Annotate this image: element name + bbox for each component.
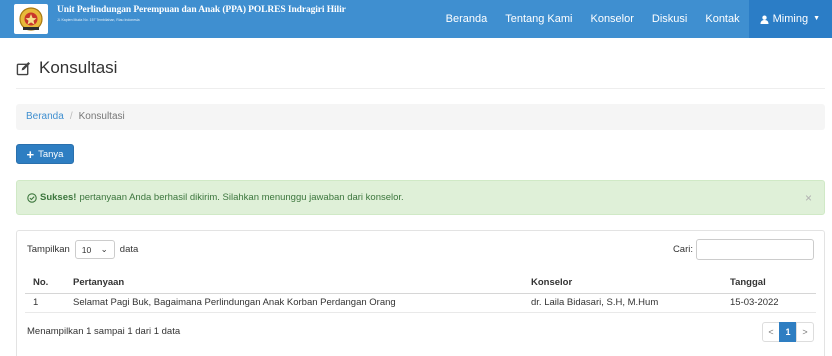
table-row[interactable]: 1 Selamat Pagi Buk, Bagaimana Perlindung…: [25, 293, 816, 313]
table-info: Menampilkan 1 sampai 1 dari 1 data: [27, 326, 181, 337]
top-navbar: Unit Perlindungan Perempuan dan Anak (PP…: [0, 0, 832, 38]
nav-kontak[interactable]: Kontak: [696, 0, 748, 38]
questions-panel: Tampilkan 10 ⌄ data Cari: No. Pertanyaan…: [16, 230, 825, 356]
user-name: Miming: [772, 13, 809, 25]
site-subtitle: Jl. Kapten Muda No. 157 Tembilahan, Riau…: [57, 18, 140, 22]
header-divider: [16, 88, 825, 89]
nav-tentang-kami[interactable]: Tentang Kami: [496, 0, 581, 38]
brand[interactable]: Unit Perlindungan Perempuan dan Anak (PP…: [14, 4, 346, 34]
col-header-counselor[interactable]: Konselor: [531, 273, 730, 294]
page-title: Konsultasi: [39, 58, 118, 77]
success-alert: Sukses! pertanyaan Anda berhasil dikirim…: [16, 180, 825, 215]
breadcrumb-separator: /: [69, 111, 73, 122]
page-length-suffix: data: [119, 244, 139, 255]
user-icon: [760, 15, 769, 24]
table-header-row: No. Pertanyaan Konselor Tanggal: [25, 273, 816, 294]
page-length-select[interactable]: 10 ⌄: [74, 240, 115, 259]
cell-no: 1: [25, 293, 73, 313]
page-header: Konsultasi: [16, 58, 117, 78]
user-menu-button[interactable]: Miming ▼: [748, 0, 832, 38]
edit-icon: [16, 61, 31, 75]
col-header-no[interactable]: No.: [25, 273, 73, 294]
pagination-page-1[interactable]: 1: [779, 322, 797, 342]
caret-down-icon: ▼: [813, 15, 820, 22]
nav-menu: Beranda Tentang Kami Konselor Diskusi Ko…: [437, 0, 832, 38]
page-length-value: 10: [81, 244, 92, 255]
page-length-control: Tampilkan 10 ⌄ data: [27, 240, 138, 259]
site-title: Unit Perlindungan Perempuan dan Anak (PP…: [57, 5, 346, 15]
plus-icon: +: [26, 146, 35, 162]
cell-date: 15-03-2022: [730, 293, 816, 313]
search-control: Cari:: [673, 239, 814, 260]
search-label: Cari:: [672, 244, 693, 255]
cell-counselor: dr. Laila Bidasari, S.H, M.Hum: [531, 293, 730, 313]
nav-konselor[interactable]: Konselor: [581, 0, 642, 38]
breadcrumb-current: Konsultasi: [78, 111, 125, 122]
alert-message: pertanyaan Anda berhasil dikirim. Silahk…: [79, 192, 404, 203]
col-header-question[interactable]: Pertanyaan: [73, 273, 531, 294]
chevron-down-icon: ⌄: [100, 244, 108, 254]
ask-question-button[interactable]: + Tanya: [16, 144, 74, 164]
breadcrumb: Beranda / Konsultasi: [16, 104, 825, 130]
alert-title: Sukses!: [40, 192, 77, 203]
nav-diskusi[interactable]: Diskusi: [643, 0, 696, 38]
nav-beranda[interactable]: Beranda: [437, 0, 497, 38]
questions-table: No. Pertanyaan Konselor Tanggal 1 Selama…: [25, 273, 816, 313]
col-header-date[interactable]: Tanggal: [730, 273, 816, 294]
page-length-label: Tampilkan: [27, 244, 70, 255]
ask-question-label: Tanya: [38, 148, 64, 160]
police-logo-icon: [14, 4, 48, 34]
check-circle-icon: [27, 192, 37, 203]
pagination-next-button[interactable]: >: [796, 322, 814, 342]
pagination-prev-button[interactable]: <: [762, 322, 780, 342]
search-input[interactable]: [696, 239, 814, 260]
pagination: < 1 >: [762, 322, 814, 342]
alert-close-button[interactable]: ×: [805, 191, 812, 205]
breadcrumb-home-link[interactable]: Beranda: [26, 111, 64, 122]
cell-question: Selamat Pagi Buk, Bagaimana Perlindungan…: [73, 293, 531, 313]
